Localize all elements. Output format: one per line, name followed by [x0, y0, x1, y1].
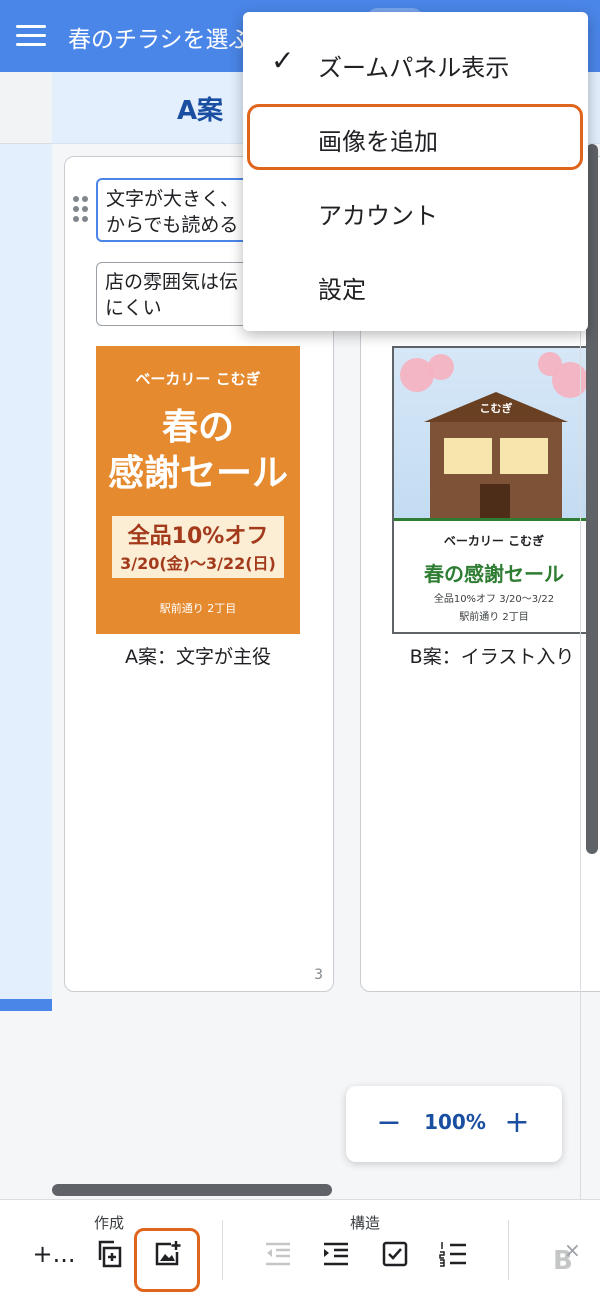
flyer-a-sale: 全品10%オフ	[127, 524, 269, 549]
group-label-structure: 構造	[350, 1214, 381, 1232]
flyer-b-address: 駅前通り 2丁目	[459, 612, 529, 623]
overflow-menu: ✓ ズームパネル表示 画像を追加 アカウント 設定	[243, 12, 588, 331]
zoom-in-button[interactable]: +	[502, 1106, 532, 1140]
add-item-button[interactable]: +...	[32, 1234, 76, 1274]
row-header-corner	[0, 72, 52, 144]
flyer-a-sale-box: 全品10%オフ 3/20(金)〜3/22(日)	[112, 516, 284, 578]
house-window	[500, 438, 548, 474]
flyer-a-address: 駅前通り 2丁目	[159, 602, 237, 615]
toolbar-divider	[508, 1220, 509, 1280]
house-window	[444, 438, 492, 474]
caption-b: B案：イラスト入り	[409, 646, 575, 668]
flyer-b-title: 春の感謝セール	[424, 562, 564, 586]
bottom-toolbar: 作成 構造 +...	[0, 1199, 600, 1298]
house-door	[480, 484, 510, 520]
drag-handle-icon[interactable]	[72, 196, 90, 226]
flyer-a-dates: 3/20(金)〜3/22(日)	[120, 554, 276, 573]
check-icon: ✓	[271, 44, 295, 77]
menu-icon[interactable]	[16, 22, 46, 48]
menu-item-label: 設定	[318, 276, 366, 304]
left-column-strip	[0, 144, 52, 999]
toolbar-divider	[222, 1220, 223, 1280]
zoom-level: 100%	[424, 1110, 486, 1134]
add-item-label: +...	[32, 1240, 76, 1268]
menu-item-label: アカウント	[318, 202, 438, 230]
page-number: 3	[314, 967, 323, 983]
checkbox-icon[interactable]	[375, 1234, 415, 1274]
menu-item-label: ズームパネル表示	[318, 54, 510, 82]
menu-item-account[interactable]: アカウント	[243, 176, 588, 248]
menu-item-zoom-panel[interactable]: ✓ ズームパネル表示	[243, 28, 588, 100]
horizontal-scrollbar[interactable]	[52, 1184, 332, 1196]
zoom-panel: − 100% +	[346, 1086, 562, 1162]
group-label-create: 作成	[94, 1214, 125, 1232]
add-image-highlight	[134, 1228, 200, 1292]
menu-item-highlight	[247, 104, 583, 170]
numbered-list-icon[interactable]	[433, 1234, 473, 1274]
ground-line	[394, 518, 594, 521]
house-illustration	[430, 422, 562, 520]
duplicate-icon[interactable]	[90, 1234, 130, 1274]
flyer-b-image[interactable]: こむぎ ベーカリー こむぎ 春の感謝セール 全品10%オフ 3/20〜3/22 …	[392, 346, 596, 634]
flyer-b-sub: 全品10%オフ 3/20〜3/22	[433, 594, 555, 605]
caption-a: A案：文字が主役	[125, 646, 271, 668]
house-sign: こむぎ	[479, 402, 513, 415]
flyer-a-image[interactable]: ベーカリー こむぎ 春の 感謝セール 全品10%オフ 3/20(金)〜3/22(…	[96, 346, 300, 634]
indent-icon[interactable]	[316, 1234, 356, 1274]
close-icon[interactable]: ×	[564, 1238, 581, 1262]
zoom-out-button[interactable]: −	[374, 1106, 404, 1140]
flyer-a-headline-2: 感謝セール	[107, 453, 288, 494]
blossom-icon	[428, 354, 454, 380]
left-selection-bar	[0, 999, 52, 1011]
menu-item-settings[interactable]: 設定	[243, 250, 588, 322]
flyer-a-headline-1: 春の	[161, 407, 234, 448]
outdent-icon[interactable]	[258, 1234, 298, 1274]
flyer-a-shop: ベーカリー こむぎ	[135, 370, 261, 388]
flyer-b-shop: ベーカリー こむぎ	[443, 534, 545, 548]
document-title[interactable]: 春のチラシを選ぶ	[68, 20, 252, 54]
